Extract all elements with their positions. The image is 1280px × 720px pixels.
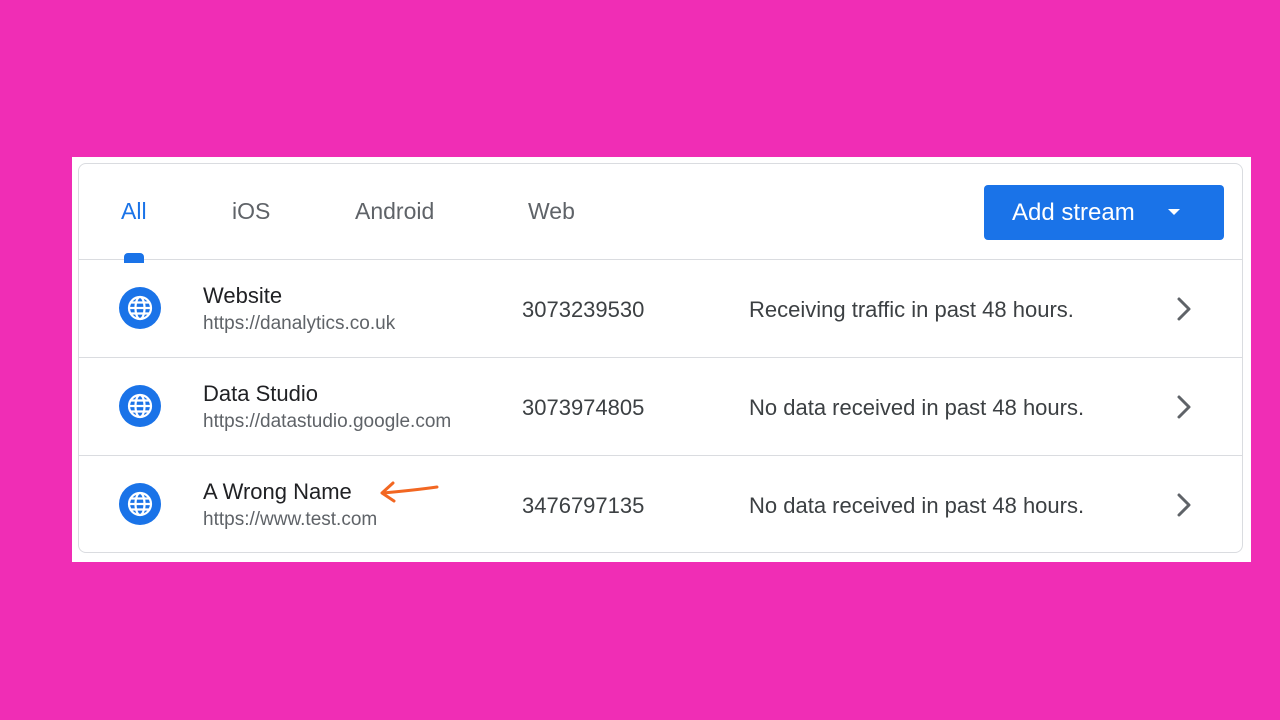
hand-drawn-arrow-icon xyxy=(380,481,439,503)
globe-icon xyxy=(119,287,161,329)
stream-url: https://datastudio.google.com xyxy=(203,411,452,432)
stream-name: Website xyxy=(203,283,283,308)
screenshot-frame: All iOS Android Web Add stream Website h… xyxy=(72,157,1251,562)
caret-down-icon xyxy=(1168,209,1180,215)
tab-ios[interactable]: iOS xyxy=(232,198,270,225)
stream-name: A Wrong Name xyxy=(203,479,352,504)
stream-status: No data received in past 48 hours. xyxy=(749,493,1085,518)
stream-id: 3476797135 xyxy=(522,493,645,518)
stream-filter-tabs: All iOS Android Web Add stream xyxy=(79,164,1242,263)
stream-id: 3073239530 xyxy=(522,297,645,322)
stream-url: https://www.test.com xyxy=(203,509,378,530)
stream-status: Receiving traffic in past 48 hours. xyxy=(749,297,1074,322)
chevron-right-icon[interactable] xyxy=(1172,296,1196,322)
globe-icon xyxy=(119,385,161,427)
stream-url: https://danalytics.co.uk xyxy=(203,313,396,334)
globe-icon xyxy=(119,483,161,525)
chevron-right-icon[interactable] xyxy=(1172,492,1196,518)
tab-web[interactable]: Web xyxy=(528,198,575,225)
stream-row-data-studio[interactable]: Data Studio https://datastudio.google.co… xyxy=(79,358,1242,456)
stream-row-a-wrong-name[interactable]: A Wrong Name https://www.test.com 347679… xyxy=(79,456,1242,552)
tab-all[interactable]: All xyxy=(121,198,147,225)
chevron-right-icon[interactable] xyxy=(1172,394,1196,420)
tab-android[interactable]: Android xyxy=(355,198,434,225)
data-streams-card: All iOS Android Web Add stream Website h… xyxy=(78,163,1243,553)
add-stream-label: Add stream xyxy=(1012,198,1135,226)
stream-row-website[interactable]: Website https://danalytics.co.uk 3073239… xyxy=(79,260,1242,358)
add-stream-button[interactable]: Add stream xyxy=(984,185,1224,240)
stream-id: 3073974805 xyxy=(522,395,645,420)
stream-name: Data Studio xyxy=(203,381,318,406)
stream-status: No data received in past 48 hours. xyxy=(749,395,1085,420)
